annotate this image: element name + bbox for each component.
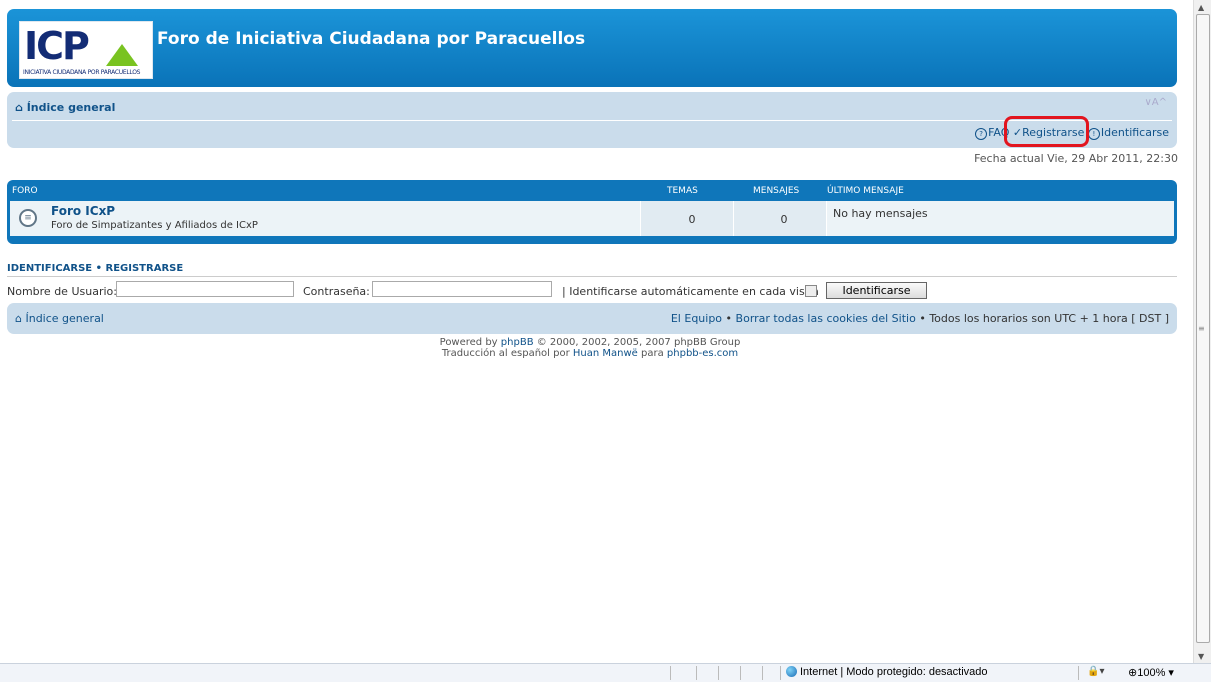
- scroll-up-icon[interactable]: ▲: [1198, 3, 1204, 12]
- team-link[interactable]: El Equipo: [671, 312, 722, 325]
- breadcrumb-index-link[interactable]: ⌂ Índice general: [15, 101, 115, 114]
- forum-posts-count: 0: [780, 213, 788, 226]
- header-posts: MENSAJES: [753, 186, 800, 196]
- column-divider: [640, 201, 641, 236]
- footer-navbar: ⌂ Índice general El Equipo • Borrar toda…: [7, 303, 1177, 334]
- powered-by: Powered by phpBB © 2000, 2002, 2005, 200…: [0, 337, 1180, 359]
- register-highlight-box: [1004, 116, 1089, 147]
- powered-prefix: Powered by: [439, 337, 498, 348]
- status-divider: [718, 666, 719, 680]
- globe-icon: [786, 666, 797, 677]
- auto-login-label: | Identificarse automáticamente en cada …: [562, 285, 819, 298]
- status-divider: [780, 666, 781, 680]
- home-icon: ⌂: [15, 101, 23, 114]
- forum-list: FORO TEMAS MENSAJES ÚLTIMO MENSAJE ≡ For…: [7, 180, 1177, 244]
- password-field[interactable]: [372, 281, 552, 297]
- delete-cookies-link[interactable]: Borrar todas las cookies del Sitio: [736, 312, 916, 325]
- protected-mode-menu[interactable]: 🔒▾: [1087, 666, 1104, 677]
- login-form: Nombre de Usuario: Contraseña: | Identif…: [7, 281, 1177, 301]
- navbar-divider: [12, 120, 1172, 121]
- status-divider: [670, 666, 671, 680]
- zoom-icon: ⊕: [1128, 667, 1138, 679]
- login-divider: [7, 276, 1177, 277]
- translation-prefix: Traducción al español por: [441, 348, 570, 359]
- forum-title-link[interactable]: Foro ICxP: [51, 204, 115, 218]
- powered-line-1: Powered by phpBB © 2000, 2002, 2005, 200…: [0, 337, 1180, 348]
- status-divider: [740, 666, 741, 680]
- header-topics: TEMAS: [667, 186, 698, 196]
- power-icon: !: [1087, 128, 1100, 140]
- phpbb-es-link[interactable]: phpbb-es.com: [667, 348, 738, 359]
- status-divider: [1078, 666, 1079, 680]
- footer-index-link[interactable]: ⌂ Índice general: [15, 312, 104, 325]
- powered-line-2: Traducción al español por Huan Manwë par…: [0, 348, 1180, 359]
- logo-subtitle: INICIATIVA CIUDADANA POR PARACUELLOS: [23, 69, 141, 76]
- username-field[interactable]: [116, 281, 294, 297]
- login-heading: IDENTIFICARSE • REGISTRARSE: [7, 263, 183, 274]
- footer-sep: •: [725, 312, 733, 325]
- security-zone[interactable]: Internet | Modo protegido: desactivado: [786, 666, 988, 678]
- help-icon: ?: [975, 128, 988, 140]
- font-resize-control[interactable]: ∨A^: [1144, 97, 1167, 108]
- zoom-control[interactable]: ⊕100% ▾: [1128, 666, 1174, 679]
- auto-login-checkbox[interactable]: [805, 285, 817, 297]
- login-heading-link[interactable]: IDENTIFICARSE: [7, 263, 92, 274]
- logo-text: ICP: [24, 24, 90, 68]
- home-icon: ⌂: [15, 312, 22, 325]
- vertical-scrollbar[interactable]: ▲ ≡ ▼: [1193, 0, 1211, 664]
- timezone-info: • Todos los horarios son UTC + 1 hora [ …: [919, 312, 1169, 325]
- scroll-grip-icon: ≡: [1198, 324, 1205, 333]
- forum-table-header: FORO TEMAS MENSAJES ÚLTIMO MENSAJE: [7, 180, 1177, 200]
- footer-index-label: Índice general: [25, 312, 104, 325]
- translation-mid: para: [641, 348, 664, 359]
- powered-suffix: © 2000, 2002, 2005, 2007 phpBB Group: [536, 337, 741, 348]
- translator-link[interactable]: Huan Manwë: [573, 348, 638, 359]
- password-label: Contraseña:: [303, 285, 370, 298]
- scroll-down-icon[interactable]: ▼: [1198, 652, 1204, 661]
- index-link-label: Índice general: [26, 101, 116, 114]
- forum-description: Foro de Simpatizantes y Afiliados de ICx…: [51, 220, 258, 231]
- phpbb-link[interactable]: phpBB: [501, 337, 534, 348]
- logo-triangle-icon: [106, 44, 138, 66]
- status-divider: [762, 666, 763, 680]
- lock-icon: 🔒: [1087, 666, 1100, 677]
- forum-topics-count: 0: [688, 213, 696, 226]
- header-last-post: ÚLTIMO MENSAJE: [827, 186, 904, 196]
- heading-separator: •: [95, 263, 103, 274]
- login-link[interactable]: ! Identificarse: [1087, 126, 1169, 140]
- security-zone-label: Internet | Modo protegido: desactivado: [800, 666, 988, 678]
- site-title: Foro de Iniciativa Ciudadana por Paracue…: [157, 29, 586, 49]
- browser-status-bar: Internet | Modo protegido: desactivado 🔒…: [0, 663, 1211, 682]
- site-logo[interactable]: ICP INICIATIVA CIUDADANA POR PARACUELLOS: [19, 21, 153, 79]
- current-date: Fecha actual Vie, 29 Abr 2011, 22:30: [974, 152, 1178, 165]
- forum-read-icon: ≡: [19, 209, 37, 227]
- footer-links: El Equipo • Borrar todas las cookies del…: [671, 312, 1169, 325]
- header-forum: FORO: [12, 186, 38, 196]
- login-submit-button[interactable]: Identificarse: [826, 282, 927, 299]
- forum-row[interactable]: ≡ Foro ICxP Foro de Simpatizantes y Afil…: [10, 201, 1174, 236]
- login-label: Identificarse: [1100, 126, 1169, 139]
- register-heading-link[interactable]: REGISTRARSE: [106, 263, 184, 274]
- status-divider: [696, 666, 697, 680]
- zoom-level: 100%: [1137, 667, 1166, 679]
- dropdown-arrow-icon: ▾: [1099, 666, 1105, 677]
- site-header: ICP INICIATIVA CIUDADANA POR PARACUELLOS…: [7, 9, 1177, 87]
- username-label: Nombre de Usuario:: [7, 285, 117, 298]
- forum-last-post: No hay mensajes: [833, 207, 928, 220]
- navbar: ⌂ Índice general ∨A^ ? FAQ ✓Registrarse !…: [7, 92, 1177, 148]
